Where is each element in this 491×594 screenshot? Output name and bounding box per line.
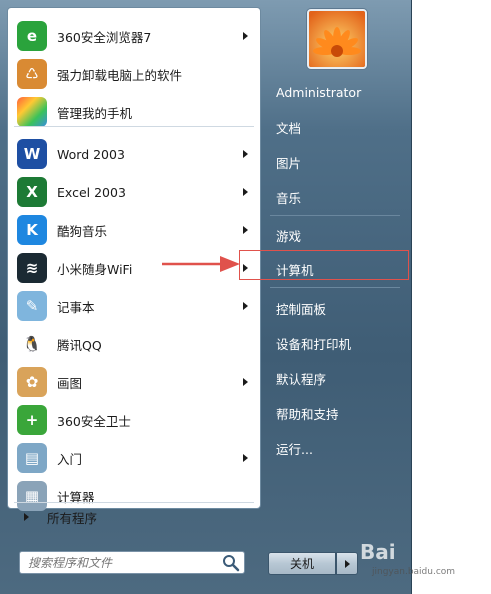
right-menu-item[interactable]: 图片 <box>264 147 409 177</box>
program-item[interactable]: X Excel 2003 <box>11 174 256 210</box>
all-programs-item[interactable]: 所有程序 <box>10 502 255 532</box>
right-menu-item[interactable]: 文档 <box>264 112 409 142</box>
arrow-right-icon[interactable] <box>243 226 248 234</box>
program-item[interactable]: ♺ 强力卸载电脑上的软件 <box>11 56 256 92</box>
program-label: 画图 <box>57 375 83 391</box>
program-label: 360安全浏览器7 <box>57 29 152 45</box>
search-input[interactable] <box>20 554 221 571</box>
getting-started-icon: ▤ <box>17 443 47 473</box>
arrow-right-icon[interactable] <box>243 302 248 310</box>
watermark-site: jingyan.baidu.com <box>372 567 456 577</box>
arrow-right-icon <box>344 559 350 568</box>
right-menu-item[interactable]: 游戏 <box>264 220 409 250</box>
program-label: 入门 <box>57 451 83 467</box>
right-menu-item[interactable]: 音乐 <box>264 182 409 212</box>
arrow-right-icon[interactable] <box>243 32 248 40</box>
program-label: 360安全卫士 <box>57 413 131 429</box>
right-menu-item[interactable]: 设备和打印机 <box>264 328 409 358</box>
all-programs-label: 所有程序 <box>47 510 98 526</box>
program-label: 强力卸载电脑上的软件 <box>57 67 183 83</box>
separator <box>270 215 400 216</box>
program-item[interactable]: ✿ 画图 <box>11 364 256 400</box>
red-arrow-icon <box>162 256 240 272</box>
arrow-right-icon[interactable] <box>243 454 248 462</box>
excel-icon: X <box>17 177 47 207</box>
arrow-right-icon[interactable] <box>243 378 248 386</box>
arrow-right-icon[interactable] <box>243 188 248 196</box>
watermark: Bai jingyan.baidu.com <box>360 540 490 590</box>
browser-360-icon: e <box>17 21 47 51</box>
right-menu-item[interactable]: 默认程序 <box>264 363 409 393</box>
program-item[interactable]: 管理我的手机 <box>11 94 256 130</box>
kugou-icon: K <box>17 215 47 245</box>
shutdown-options-button[interactable] <box>336 552 358 575</box>
phone-manager-icon <box>17 97 47 127</box>
qq-penguin-icon: 🐧 <box>17 329 47 359</box>
program-label: 记事本 <box>57 299 95 315</box>
program-label: 酷狗音乐 <box>57 223 108 239</box>
separator <box>14 126 254 127</box>
right-menu-item[interactable]: 帮助和支持 <box>264 398 409 428</box>
watermark-brand: Bai <box>360 540 396 564</box>
program-item[interactable]: ▤ 入门 <box>11 440 256 476</box>
right-menu-item[interactable]: 运行... <box>264 433 409 463</box>
arrow-right-icon <box>24 513 29 521</box>
shield-360-icon: + <box>17 405 47 435</box>
start-menu: e 360安全浏览器7 ♺ 强力卸载电脑上的软件 管理我的手机 W Word 2003 X Ex… <box>0 0 412 594</box>
program-label: 腾讯QQ <box>57 337 102 353</box>
wifi-icon: ≋ <box>17 253 47 283</box>
program-item[interactable]: K 酷狗音乐 <box>11 212 256 248</box>
separator <box>270 287 400 288</box>
user-avatar[interactable] <box>307 9 367 69</box>
flower-picture-icon <box>309 11 365 67</box>
highlight-box <box>239 250 409 280</box>
search-box[interactable] <box>19 551 245 574</box>
program-label: 管理我的手机 <box>57 105 133 121</box>
right-menu-item[interactable]: Administrator <box>264 77 409 107</box>
program-label: Excel 2003 <box>57 184 126 200</box>
search-icon[interactable] <box>221 553 241 573</box>
program-item[interactable]: ✎ 记事本 <box>11 288 256 324</box>
program-item[interactable]: 🐧 腾讯QQ <box>11 326 256 362</box>
program-item[interactable]: W Word 2003 <box>11 136 256 172</box>
program-item[interactable]: +360安全卫士 <box>11 402 256 438</box>
notepad-icon: ✎ <box>17 291 47 321</box>
arrow-right-icon[interactable] <box>243 150 248 158</box>
uninstall-box-icon: ♺ <box>17 59 47 89</box>
right-menu-item[interactable]: 控制面板 <box>264 293 409 323</box>
word-icon: W <box>17 139 47 169</box>
program-label: Word 2003 <box>57 146 125 162</box>
shutdown-button[interactable]: 关机 <box>268 552 336 575</box>
program-item[interactable]: e 360安全浏览器7 <box>11 18 256 54</box>
paint-palette-icon: ✿ <box>17 367 47 397</box>
